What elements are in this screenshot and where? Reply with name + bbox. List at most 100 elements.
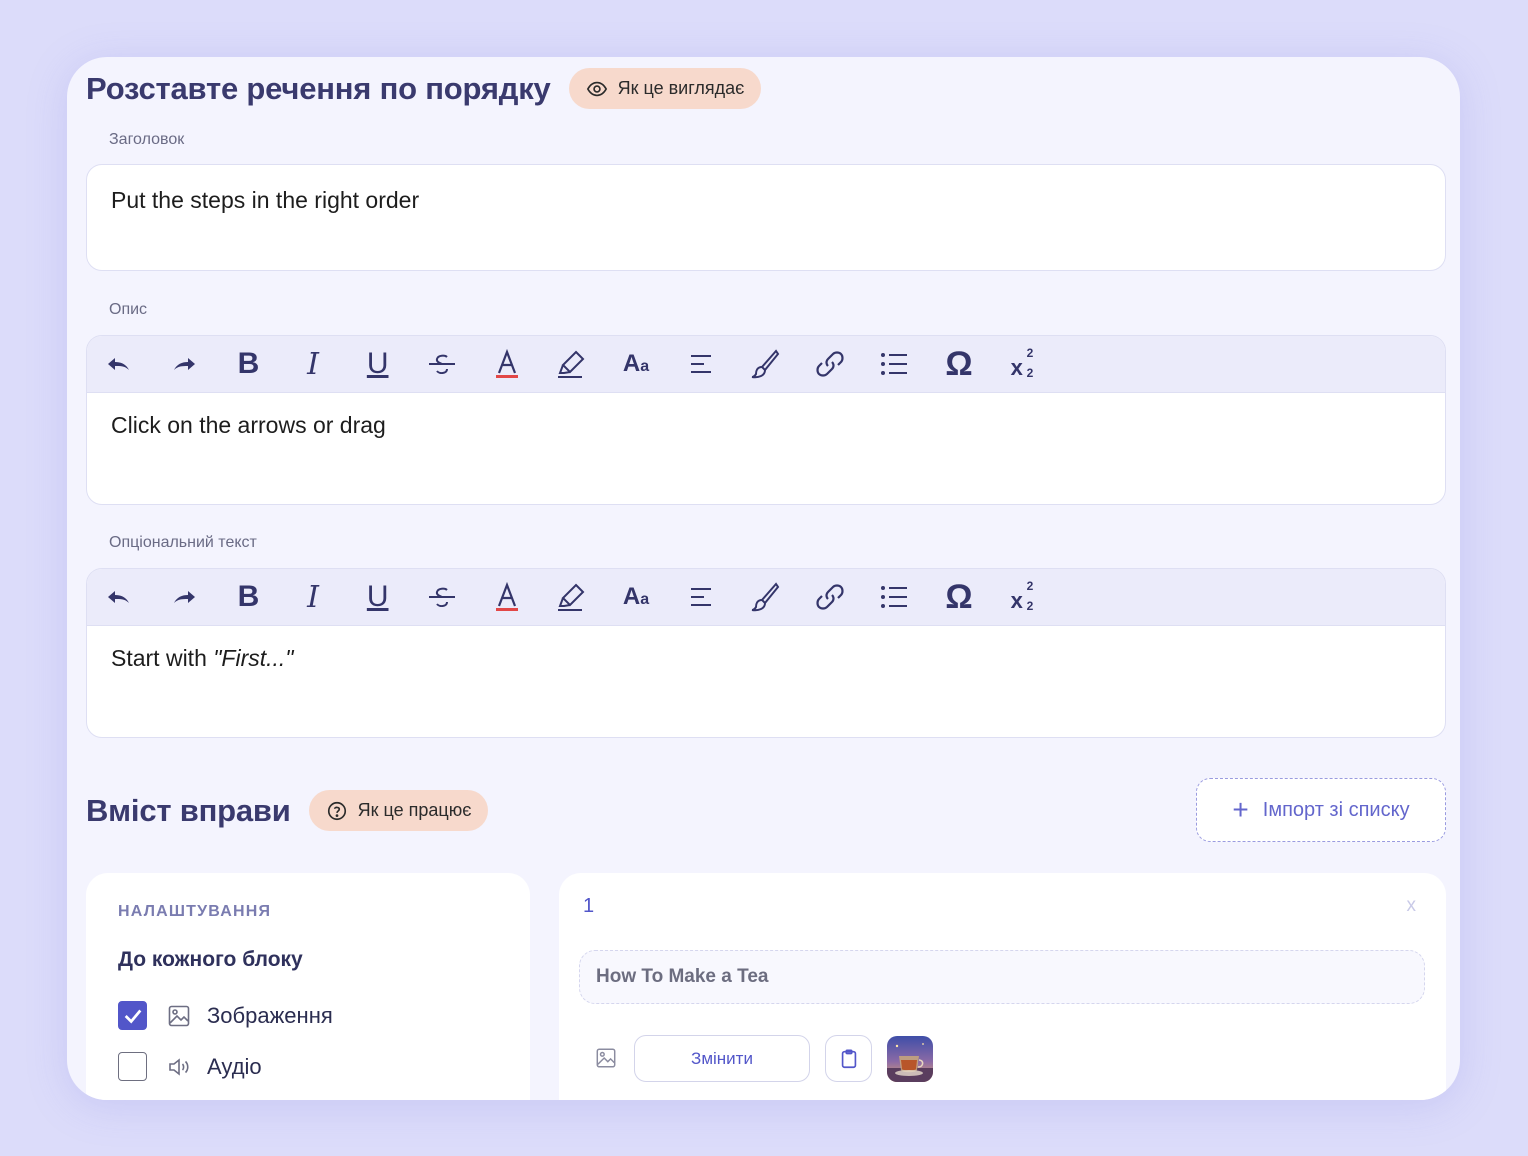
page-header: Розставте речення по порядку Як це вигля…: [86, 68, 762, 109]
optional-editor: B I U Aa Ω x 2 2 Start with "First...": [86, 568, 1446, 738]
optional-label: Опціональний текст: [109, 534, 257, 551]
description-value[interactable]: Click on the arrows or drag: [111, 412, 386, 439]
paste-button[interactable]: [825, 1035, 872, 1082]
omega-icon: Ω: [945, 577, 973, 616]
exercise-editor-card: Розставте речення по порядку Як це вигля…: [67, 57, 1460, 1100]
text-color-icon: [495, 581, 518, 611]
bold-icon: B: [237, 580, 260, 613]
redo-icon: [173, 358, 195, 370]
option-image[interactable]: Зображення: [118, 1001, 333, 1030]
italic-icon: I: [307, 579, 319, 615]
page-title: Розставте речення по порядку: [86, 70, 551, 106]
optional-value[interactable]: Start with "First...": [111, 645, 293, 672]
description-editor: B I U Aa Ω x 2 2 Click on the arrows or …: [86, 335, 1446, 505]
link-button[interactable]: [798, 569, 863, 626]
brush-icon: [752, 582, 780, 612]
bold-button[interactable]: B: [216, 569, 281, 626]
brush-icon: [752, 349, 780, 379]
undo-button[interactable]: [87, 336, 152, 393]
image-checkbox[interactable]: [118, 1001, 147, 1030]
omega-icon: Ω: [945, 344, 973, 383]
how-it-works-label: Як це працює: [357, 800, 472, 820]
sub-sup-icon: x 2 2: [1010, 346, 1034, 380]
optional-toolbar: B I U Aa Ω x 2 2: [87, 569, 1445, 626]
underline-icon: U: [366, 347, 389, 380]
special-char-button[interactable]: Ω: [927, 336, 992, 393]
strikethrough-button[interactable]: [410, 569, 475, 626]
highlighter-icon: [558, 583, 585, 611]
brush-button[interactable]: [733, 569, 798, 626]
text-color-icon: [495, 348, 518, 378]
settings-heading: НАЛАШТУВАННЯ: [118, 903, 272, 920]
highlighter-icon: [558, 350, 585, 378]
align-icon: [690, 355, 711, 373]
italic-icon: I: [307, 346, 319, 382]
content-section-header: Вміст вправи Як це працює: [86, 790, 489, 831]
sub-sup-button[interactable]: x 2 2: [991, 336, 1056, 393]
heading-value: Put the steps in the right order: [111, 187, 420, 213]
underline-icon: U: [366, 580, 389, 613]
heading-input[interactable]: Put the steps in the right order: [86, 164, 1446, 271]
audio-checkbox[interactable]: [118, 1052, 147, 1081]
help-circle-icon: [327, 801, 346, 820]
block-number: 1: [583, 895, 595, 917]
import-label: Імпорт зі списку: [1262, 798, 1410, 821]
block-text-input[interactable]: How To Make a Tea: [579, 950, 1425, 1004]
audio-option-label: Аудіо: [207, 1053, 262, 1079]
clipboard-icon: [841, 1048, 856, 1068]
italic-button[interactable]: I: [281, 336, 346, 393]
redo-button[interactable]: [152, 569, 217, 626]
close-icon[interactable]: x: [1407, 895, 1417, 917]
highlight-button[interactable]: [539, 336, 604, 393]
list-button[interactable]: [862, 336, 927, 393]
special-char-button[interactable]: Ω: [927, 569, 992, 626]
sub-sup-icon: x 2 2: [1010, 579, 1034, 613]
strikethrough-button[interactable]: [410, 336, 475, 393]
underline-button[interactable]: U: [345, 336, 410, 393]
image-icon: [596, 1048, 616, 1068]
how-it-works-button[interactable]: Як це працює: [308, 790, 489, 831]
settings-subheading: До кожного блоку: [118, 948, 303, 971]
italic-button[interactable]: I: [281, 569, 346, 626]
underline-button[interactable]: U: [345, 569, 410, 626]
checkmark-icon: [124, 1009, 141, 1024]
import-from-list-button[interactable]: + Імпорт зі списку: [1196, 778, 1446, 842]
font-size-icon: Aa: [622, 350, 650, 377]
tea-image: [887, 1036, 933, 1082]
highlight-button[interactable]: [539, 569, 604, 626]
align-button[interactable]: [668, 569, 733, 626]
undo-icon: [108, 591, 130, 603]
link-button[interactable]: [798, 336, 863, 393]
list-button[interactable]: [862, 569, 927, 626]
description-toolbar: B I U Aa Ω x 2 2: [87, 336, 1445, 393]
plus-icon: +: [1232, 794, 1249, 825]
redo-icon: [173, 591, 195, 603]
link-icon: [816, 351, 844, 377]
text-color-button[interactable]: [475, 336, 540, 393]
font-size-button[interactable]: Aa: [604, 336, 669, 393]
undo-icon: [108, 358, 130, 370]
link-icon: [816, 584, 844, 610]
content-section-title: Вміст вправи: [86, 792, 291, 828]
list-icon: [881, 353, 908, 375]
strikethrough-icon: [429, 587, 456, 608]
align-button[interactable]: [668, 336, 733, 393]
eye-icon: [586, 81, 607, 96]
image-icon: [168, 1005, 190, 1026]
change-image-button[interactable]: Змінити: [634, 1035, 810, 1082]
redo-button[interactable]: [152, 336, 217, 393]
option-audio[interactable]: Аудіо: [118, 1052, 262, 1081]
bold-icon: B: [237, 347, 260, 380]
text-color-button[interactable]: [475, 569, 540, 626]
undo-button[interactable]: [87, 569, 152, 626]
strikethrough-icon: [429, 354, 456, 375]
sentence-block: 1 x How To Make a Tea Змінити: [559, 873, 1446, 1100]
sub-sup-button[interactable]: x 2 2: [991, 569, 1056, 626]
font-size-button[interactable]: Aa: [604, 569, 669, 626]
list-icon: [881, 586, 908, 608]
tea-image-thumbnail[interactable]: [887, 1036, 933, 1082]
brush-button[interactable]: [733, 336, 798, 393]
bold-button[interactable]: B: [216, 336, 281, 393]
preview-button[interactable]: Як це виглядає: [568, 68, 762, 109]
audio-icon: [169, 1057, 189, 1076]
